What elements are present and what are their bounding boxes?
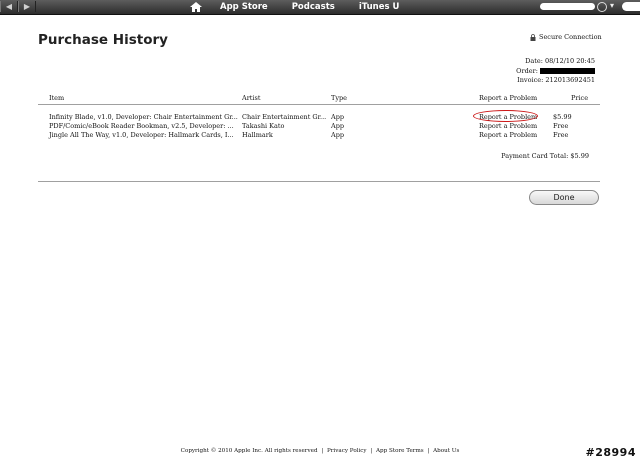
row-item[interactable]: Jingle All The Way, v1.0, Developer: Hal… (49, 131, 234, 139)
header-type: Type (331, 94, 348, 102)
header-report: Report a Problem (479, 94, 538, 102)
left-arrow-icon[interactable]: ◀ (0, 1, 18, 12)
app-store-terms-link[interactable]: App Store Terms (376, 448, 424, 454)
row-item[interactable]: PDF/Comic/eBook Reader Bookman, v2.5, De… (49, 122, 234, 130)
row-type: App (331, 131, 345, 139)
done-button[interactable]: Done (529, 190, 599, 205)
account-button[interactable] (540, 3, 595, 10)
tab-itunes-u[interactable]: iTunes U (359, 0, 400, 14)
chevron-down-icon[interactable]: ▾ (610, 0, 614, 12)
header-artist: Artist (242, 94, 261, 102)
order-redacted (540, 67, 595, 74)
footer: Copyright © 2010 Apple Inc. All rights r… (0, 448, 640, 454)
table-row: Infinity Blade, v1.0, Developer: Chair E… (0, 113, 640, 122)
row-artist[interactable]: Takashi Kato (242, 122, 284, 130)
table-row: PDF/Comic/eBook Reader Bookman, v2.5, De… (0, 122, 640, 131)
header-price: Price (571, 94, 589, 102)
row-type: App (331, 113, 345, 121)
row-price: Free (553, 131, 569, 139)
date-label: Date: (525, 57, 543, 65)
total-label: Payment Card Total: (501, 152, 569, 160)
divider (38, 104, 600, 105)
invoice-label: Invoice: (517, 76, 544, 84)
privacy-policy-link[interactable]: Privacy Policy (327, 448, 367, 454)
report-problem-link[interactable]: Report a Problem (479, 122, 537, 130)
report-problem-link[interactable]: Report a Problem (479, 131, 537, 139)
account-icon[interactable] (597, 2, 607, 12)
tab-app-store[interactable]: App Store (220, 0, 268, 14)
lock-icon (530, 33, 536, 41)
total-value: $5.99 (570, 152, 589, 160)
tab-podcasts[interactable]: Podcasts (292, 0, 335, 14)
row-artist[interactable]: Chair Entertainment Gr... (242, 113, 326, 121)
row-price: $5.99 (553, 113, 572, 121)
invoice-value: 212013692451 (545, 76, 595, 84)
store-tabs: App Store Podcasts iTunes U (190, 0, 423, 14)
copyright-text: Copyright © 2010 Apple Inc. All rights r… (180, 448, 318, 454)
row-price: Free (553, 122, 569, 130)
about-us-link[interactable]: About Us (433, 448, 459, 454)
highlight-circle (473, 110, 538, 122)
row-item[interactable]: Infinity Blade, v1.0, Developer: Chair E… (49, 113, 238, 121)
row-type: App (331, 122, 345, 130)
order-meta: Date: 08/12/10 20:45 Order: Invoice: 212… (516, 57, 595, 86)
footer-separator: | (427, 448, 430, 454)
payment-total: Payment Card Total: $5.99 (501, 152, 589, 160)
footer-separator: | (321, 448, 324, 454)
home-icon[interactable] (190, 2, 202, 12)
secure-label: Secure Connection (539, 33, 602, 41)
watermark: #28994 (585, 446, 636, 459)
footer-separator: | (370, 448, 373, 454)
row-artist[interactable]: Hallmark (242, 131, 273, 139)
table-row: Jingle All The Way, v1.0, Developer: Hal… (0, 131, 640, 140)
right-arrow-icon[interactable]: ▶ (18, 1, 36, 12)
search-input[interactable] (622, 2, 640, 11)
date-value: 08/12/10 20:45 (545, 57, 595, 65)
divider (38, 181, 600, 182)
toolbar: ◀ ▶ App Store Podcasts iTunes U ▾ (0, 0, 640, 15)
header-item: Item (49, 94, 65, 102)
order-label: Order: (516, 66, 538, 75)
page-title: Purchase History (38, 32, 168, 48)
secure-connection: Secure Connection (530, 33, 602, 41)
